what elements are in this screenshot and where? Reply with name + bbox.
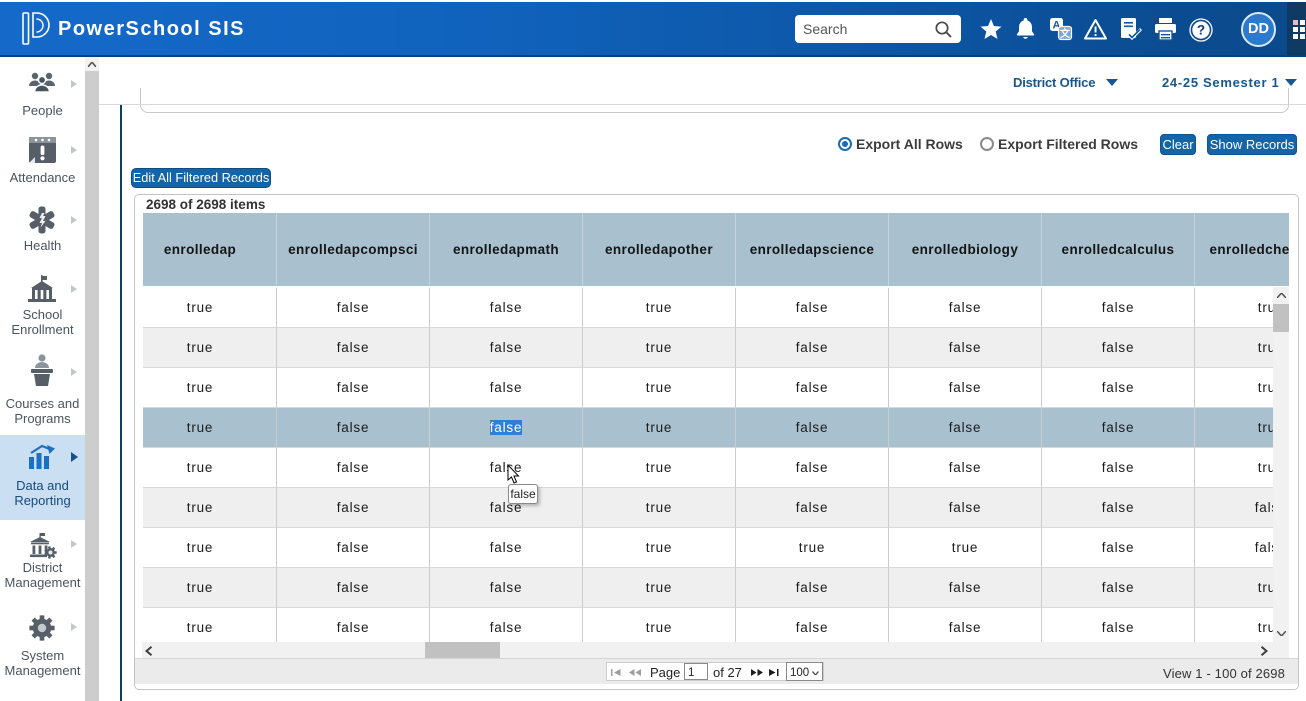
svg-text:文: 文 xyxy=(1060,27,1071,40)
svg-text:?: ? xyxy=(1197,23,1205,38)
